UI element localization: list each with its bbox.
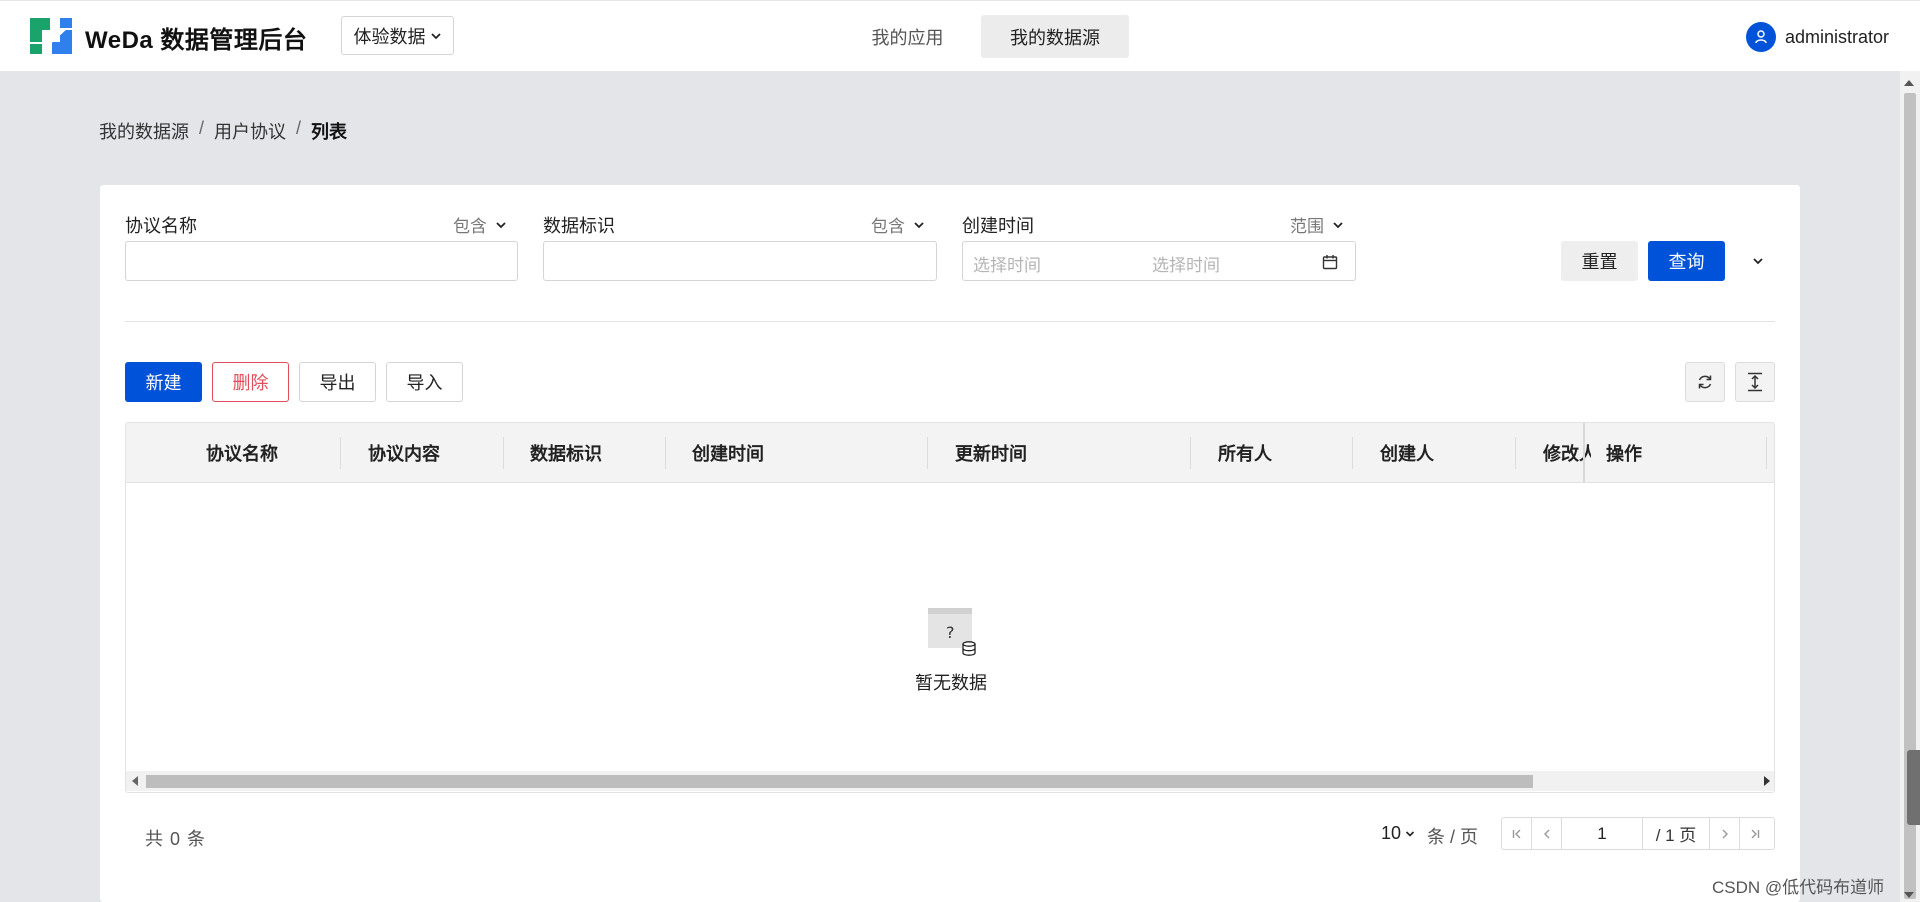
avatar	[1746, 22, 1776, 52]
data-table: 协议名称 协议内容 数据标识 创建时间 更新时间 所有人 创建人 修改人 操作 …	[125, 422, 1775, 793]
export-button[interactable]: 导出	[299, 362, 376, 402]
column-header-updated-time[interactable]: 更新时间	[955, 423, 1105, 483]
query-button[interactable]: 查询	[1648, 241, 1725, 281]
scroll-up-arrow-icon[interactable]	[1904, 80, 1914, 86]
filter-created-mode-value: 范围	[1290, 217, 1324, 236]
watermark: CSDN @低代码布道师	[1712, 878, 1885, 897]
prev-page-button[interactable]	[1532, 818, 1562, 849]
column-header-content[interactable]: 协议内容	[368, 423, 478, 483]
chevron-left-icon	[1543, 829, 1549, 838]
breadcrumb-item-user-agreement[interactable]: 用户协议	[214, 118, 286, 144]
pager: 1 / 1 页	[1501, 817, 1775, 850]
column-divider[interactable]	[927, 437, 928, 469]
column-header-owner[interactable]: 所有人	[1218, 423, 1328, 483]
column-divider	[1766, 437, 1767, 469]
fixed-column-divider	[1583, 423, 1585, 483]
delete-button[interactable]: 删除	[212, 362, 289, 402]
expand-filters-button[interactable]	[1743, 241, 1773, 281]
column-header-actions: 操作	[1606, 444, 1642, 464]
refresh-icon	[1698, 375, 1712, 389]
chevron-down-icon	[1333, 221, 1343, 228]
content-card: 协议名称 包含 数据标识 包含 创建时间 范围 选择时间 选择时间 重置 查询 …	[100, 185, 1800, 902]
first-page-icon	[1512, 829, 1520, 838]
page-size-value: 10	[1381, 823, 1402, 843]
svg-text:?: ?	[946, 623, 955, 642]
filter-identifier-mode-value: 包含	[871, 217, 905, 236]
filter-name-mode-select[interactable]: 包含	[453, 212, 507, 237]
filter-created-label: 创建时间	[962, 216, 1034, 236]
top-bar: WeDa 数据管理后台 体验数据 我的应用 我的数据源 administrato…	[0, 0, 1920, 71]
next-page-button[interactable]	[1710, 818, 1740, 849]
column-divider[interactable]	[1352, 437, 1353, 469]
row-height-button[interactable]	[1735, 362, 1775, 402]
first-page-button[interactable]	[1502, 818, 1532, 849]
divider	[125, 321, 1775, 322]
column-divider[interactable]	[503, 437, 504, 469]
total-count: 共 0 条	[145, 829, 207, 849]
column-header-identifier[interactable]: 数据标识	[530, 423, 640, 483]
column-divider[interactable]	[665, 437, 666, 469]
column-divider[interactable]	[340, 437, 341, 469]
filter-identifier-label: 数据标识	[543, 216, 615, 236]
user-menu[interactable]: administrator	[1746, 22, 1889, 52]
chevron-down-icon	[914, 221, 924, 228]
filter-created-mode-select[interactable]: 范围	[1290, 212, 1344, 237]
new-button[interactable]: 新建	[125, 362, 202, 402]
page-number-input[interactable]: 1	[1562, 818, 1643, 849]
empty-state: ? 暂无数据	[126, 483, 1774, 771]
column-header-created-time[interactable]: 创建时间	[692, 423, 842, 483]
filter-name-input[interactable]	[125, 241, 518, 281]
filter-identifier-mode-select[interactable]: 包含	[871, 212, 925, 237]
calendar-icon[interactable]	[1322, 254, 1338, 270]
user-icon	[1755, 30, 1767, 44]
last-page-button[interactable]	[1740, 818, 1770, 849]
side-widget-handle[interactable]	[1907, 750, 1920, 825]
column-header-name[interactable]: 协议名称	[206, 423, 316, 483]
breadcrumb-separator: /	[199, 118, 205, 138]
page-size-unit: 条 / 页	[1427, 827, 1479, 847]
scroll-right-arrow-icon[interactable]	[1764, 776, 1770, 786]
page-size-select[interactable]: 10	[1381, 823, 1415, 844]
breadcrumb-item-datasources[interactable]: 我的数据源	[99, 118, 189, 144]
column-header-creator[interactable]: 创建人	[1380, 423, 1490, 483]
import-button[interactable]: 导入	[386, 362, 463, 402]
refresh-button[interactable]	[1685, 362, 1725, 402]
empty-data-icon: ?	[928, 608, 976, 656]
chevron-down-icon	[1405, 830, 1415, 837]
breadcrumb-separator: /	[296, 118, 302, 138]
column-divider[interactable]	[1190, 437, 1191, 469]
filter-name-mode-value: 包含	[453, 217, 487, 236]
chevron-down-icon	[496, 221, 506, 228]
chevron-right-icon	[1722, 829, 1728, 838]
nav-tab-my-apps[interactable]: 我的应用	[855, 15, 960, 58]
brand-title: WeDa 数据管理后台	[85, 27, 308, 54]
horizontal-scrollbar-thumb[interactable]	[146, 775, 1533, 788]
weda-logo-icon	[30, 18, 72, 54]
column-divider[interactable]	[1515, 437, 1516, 469]
empty-state-text: 暂无数据	[915, 673, 987, 693]
scroll-left-arrow-icon[interactable]	[132, 776, 138, 786]
user-name: administrator	[1785, 26, 1890, 47]
scroll-down-arrow-icon[interactable]	[1904, 892, 1914, 898]
chevron-down-icon	[430, 32, 441, 39]
nav-tab-my-datasources[interactable]: 我的数据源	[981, 15, 1129, 58]
filter-identifier-input[interactable]	[543, 241, 937, 281]
table-header: 协议名称 协议内容 数据标识 创建时间 更新时间 所有人 创建人 修改人 操作	[126, 423, 1774, 483]
total-pages: / 1 页	[1643, 818, 1710, 849]
date-start-placeholder[interactable]: 选择时间	[973, 251, 1041, 276]
environment-select[interactable]: 体验数据	[341, 16, 454, 55]
reset-button[interactable]: 重置	[1561, 241, 1638, 281]
filter-name-label: 协议名称	[125, 216, 197, 236]
breadcrumb: 我的数据源 / 用户协议 / 列表	[99, 118, 347, 144]
last-page-icon	[1751, 829, 1760, 838]
date-end-placeholder[interactable]: 选择时间	[1152, 251, 1220, 276]
horizontal-scrollbar[interactable]	[126, 771, 1774, 791]
chevron-down-icon	[1753, 258, 1763, 265]
breadcrumb-item-list: 列表	[311, 122, 348, 142]
row-height-icon	[1748, 372, 1762, 392]
environment-select-value: 体验数据	[353, 26, 426, 47]
